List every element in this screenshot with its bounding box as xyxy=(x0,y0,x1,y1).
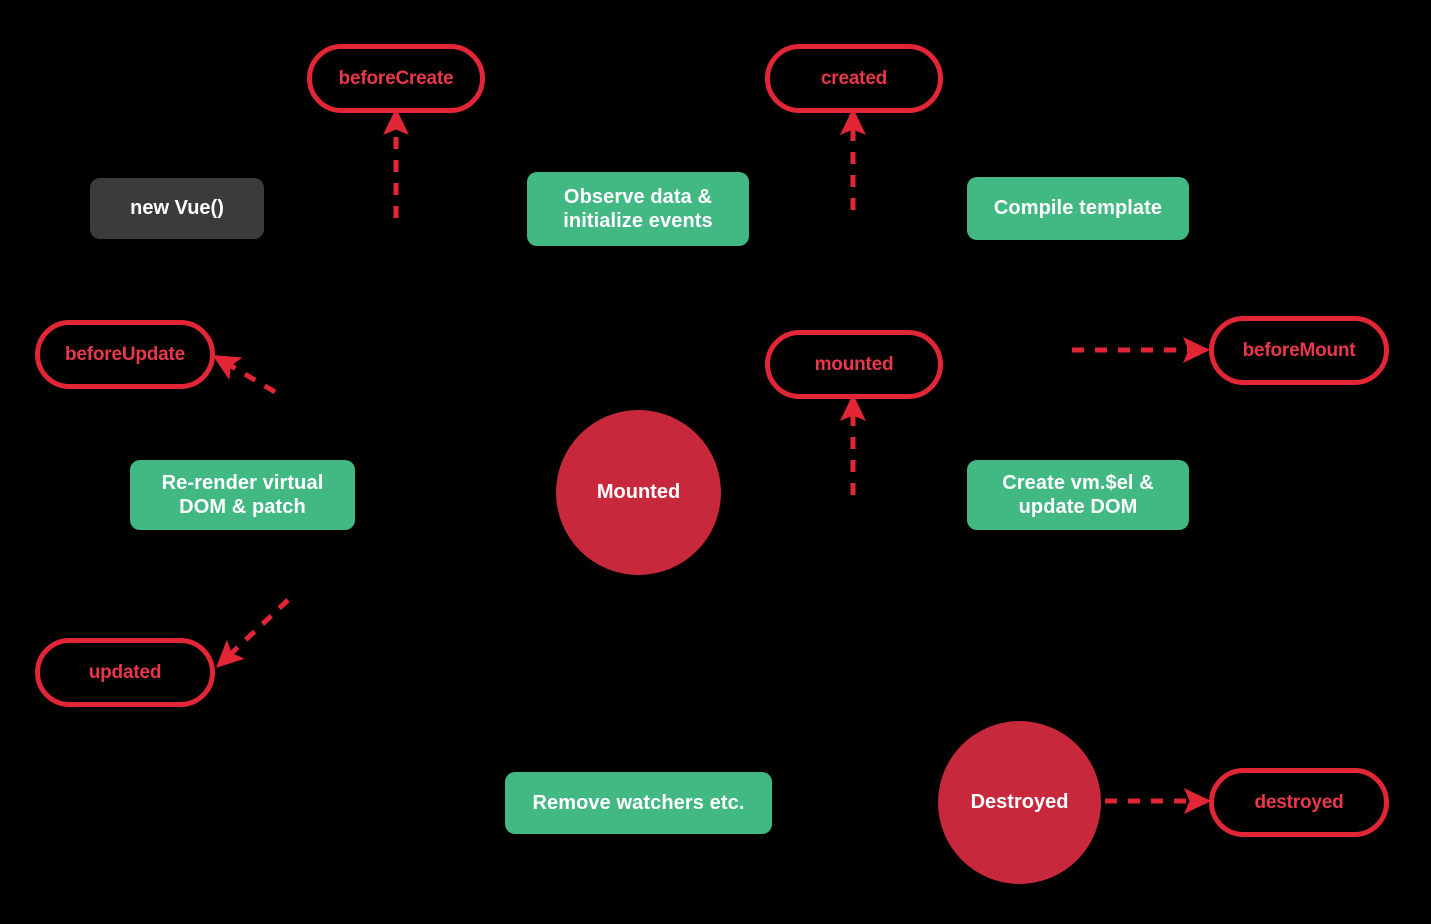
before-mount-label: beforeMount xyxy=(1242,339,1356,361)
create-el-label: Create vm.$el & update DOM xyxy=(1002,471,1154,518)
before-create-pill[interactable]: beforeCreate xyxy=(307,44,485,113)
edge-rerender-to-updated xyxy=(216,598,290,668)
destroyed-hook-label: destroyed xyxy=(1254,791,1344,813)
compile-template-box[interactable]: Compile template xyxy=(967,177,1189,240)
compile-template-label: Compile template xyxy=(993,197,1163,220)
destroyed-state-label: Destroyed xyxy=(970,791,1069,814)
lifecycle-diagram-canvas: beforeCreate created new Vue() Observe d… xyxy=(0,0,1431,924)
rerender-box[interactable]: Re-render virtual DOM & patch xyxy=(130,460,355,530)
mounted-pill[interactable]: mounted xyxy=(765,330,943,399)
created-label: created xyxy=(820,67,888,89)
edge-rerender-to-beforeupdate xyxy=(212,354,277,395)
rerender-label: Re-render virtual DOM & patch xyxy=(161,471,324,518)
new-vue-label: new Vue() xyxy=(130,197,224,220)
remove-watchers-box[interactable]: Remove watchers etc. xyxy=(505,772,772,834)
before-update-label: beforeUpdate xyxy=(64,343,186,365)
mounted-state-circle[interactable]: Mounted xyxy=(556,410,721,575)
mounted-hook-label: mounted xyxy=(814,353,894,375)
before-create-label: beforeCreate xyxy=(338,67,454,89)
mounted-state-label: Mounted xyxy=(596,481,681,504)
updated-label: updated xyxy=(88,661,162,683)
created-pill[interactable]: created xyxy=(765,44,943,113)
new-vue-box[interactable]: new Vue() xyxy=(90,178,264,239)
create-el-box[interactable]: Create vm.$el & update DOM xyxy=(967,460,1189,530)
observe-data-box[interactable]: Observe data & initialize events xyxy=(527,172,749,246)
destroyed-state-circle[interactable]: Destroyed xyxy=(938,721,1101,884)
destroyed-pill[interactable]: destroyed xyxy=(1209,768,1389,837)
observe-data-label: Observe data & initialize events xyxy=(563,185,713,232)
updated-pill[interactable]: updated xyxy=(35,638,215,707)
before-update-pill[interactable]: beforeUpdate xyxy=(35,320,215,389)
before-mount-pill[interactable]: beforeMount xyxy=(1209,316,1389,385)
remove-watchers-label: Remove watchers etc. xyxy=(532,791,745,814)
